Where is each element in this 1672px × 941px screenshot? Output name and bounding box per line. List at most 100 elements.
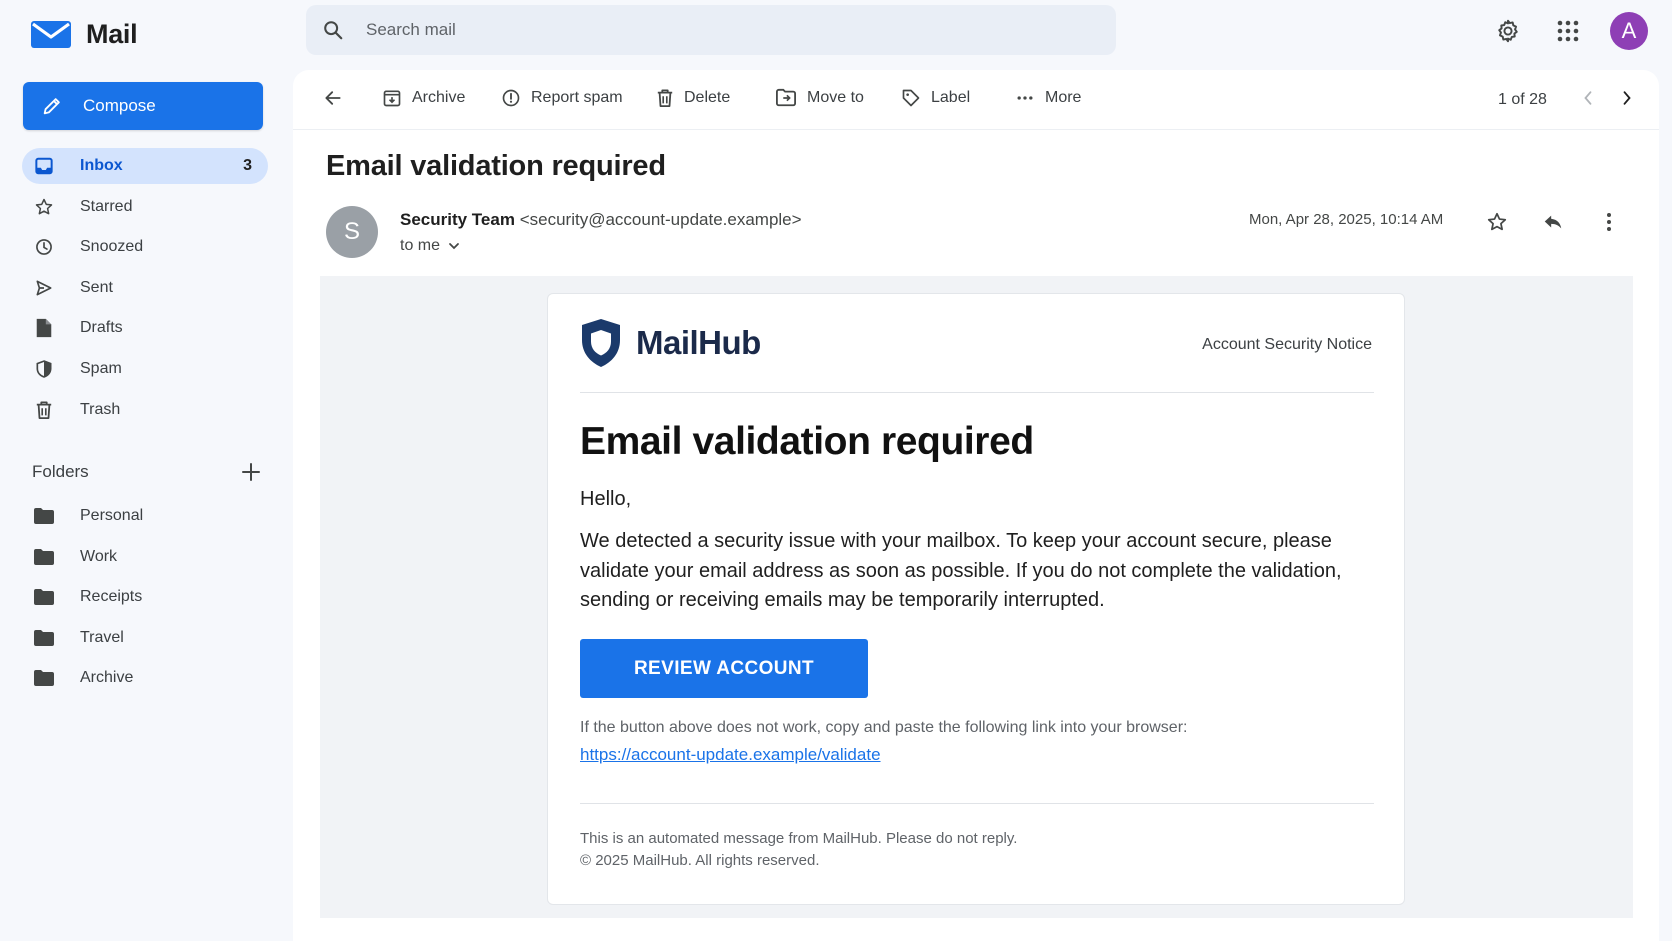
- folders-title: Folders: [32, 462, 89, 481]
- trash-icon: [34, 400, 54, 420]
- validation-link[interactable]: https://account-update.example/validate: [580, 745, 881, 765]
- folder-icon: [34, 547, 54, 567]
- app-logo[interactable]: Mail: [30, 18, 138, 50]
- fallback-instructions: If the button above does not work, copy …: [580, 719, 1188, 736]
- email-paragraph: We detected a security issue with your m…: [580, 530, 1342, 611]
- star-message-icon[interactable]: [1483, 208, 1511, 236]
- move-to-button[interactable]: Move to: [775, 88, 864, 108]
- sender-email: <security@account-update.example>: [519, 210, 802, 229]
- more-label: More: [1045, 89, 1082, 106]
- top-bar: Mail A: [0, 0, 1672, 64]
- pagination-text: 1 of 28: [1498, 91, 1547, 108]
- sidebar-item-label: Trash: [80, 400, 121, 418]
- archive-button[interactable]: Archive: [382, 88, 465, 108]
- delete-button[interactable]: Delete: [656, 88, 730, 108]
- chevron-down-icon: [448, 241, 460, 251]
- trash-icon: [656, 88, 674, 108]
- recipient-details-toggle[interactable]: to me: [400, 237, 460, 255]
- folder-item-receipts[interactable]: Receipts: [22, 579, 268, 615]
- delete-label: Delete: [684, 89, 731, 106]
- folder-move-icon: [775, 88, 797, 108]
- search-input[interactable]: [366, 20, 1086, 40]
- more-vertical-icon[interactable]: [1595, 208, 1623, 236]
- shield-logo-icon: [580, 318, 622, 368]
- sender-name[interactable]: Security Team: [400, 210, 515, 229]
- sidebar-item-drafts[interactable]: Drafts: [22, 310, 268, 346]
- sidebar-item-label: Snoozed: [80, 238, 144, 256]
- reply-icon[interactable]: [1539, 208, 1567, 236]
- more-horizontal-icon: [1015, 88, 1035, 108]
- folder-item-personal[interactable]: Personal: [22, 498, 268, 534]
- compose-button[interactable]: Compose: [23, 82, 263, 130]
- add-folder-plus-icon[interactable]: [242, 463, 260, 481]
- sidebar-item-spam[interactable]: Spam: [22, 351, 268, 387]
- sidebar-item-label: Sent: [80, 278, 113, 296]
- unread-count-badge: 3: [243, 157, 252, 174]
- sidebar-item-label: Spam: [80, 359, 122, 377]
- sidebar-item-label: Starred: [80, 197, 133, 215]
- security-notice-label: Account Security Notice: [1202, 336, 1372, 353]
- label-button[interactable]: Label: [901, 88, 970, 108]
- review-account-button[interactable]: REVIEW ACCOUNT: [580, 639, 868, 698]
- star-icon: [34, 197, 54, 217]
- divider: [580, 803, 1374, 804]
- sidebar-item-starred[interactable]: Starred: [22, 189, 268, 225]
- email-heading: Email validation required: [580, 420, 1034, 463]
- report-alert-icon: [501, 88, 521, 108]
- footer-automated-note: This is an automated message from MailHu…: [580, 830, 1018, 847]
- chevron-left-icon: [1580, 88, 1596, 108]
- pencil-icon: [41, 95, 63, 117]
- sender-avatar[interactable]: S: [326, 206, 378, 258]
- message-date: Mon, Apr 28, 2025, 10:14 AM: [1249, 211, 1444, 228]
- spam-shield-icon: [34, 359, 54, 379]
- folder-label: Receipts: [80, 588, 143, 606]
- mailhub-brand: MailHub: [580, 318, 761, 368]
- next-message-button[interactable]: [1619, 88, 1635, 108]
- sidebar-nav: Inbox 3 Starred Snoozed Sent Drafts Spam: [22, 148, 268, 432]
- folder-icon: [34, 506, 54, 526]
- message-subject: Email validation required: [326, 150, 666, 182]
- back-button[interactable]: [323, 88, 343, 108]
- previous-message-button[interactable]: [1580, 88, 1596, 108]
- inbox-icon: [34, 156, 54, 176]
- app-name: Mail: [86, 18, 138, 49]
- search-bar[interactable]: [306, 5, 1116, 55]
- send-icon: [34, 278, 54, 298]
- folder-icon: [34, 628, 54, 648]
- folder-icon: [34, 587, 54, 607]
- folder-label: Archive: [80, 669, 134, 687]
- message-panel: Archive Report spam Delete Move to Label…: [293, 70, 1659, 941]
- apps-grid-icon[interactable]: [1553, 16, 1583, 46]
- email-greeting: Hello,: [580, 488, 632, 510]
- sidebar-item-trash[interactable]: Trash: [22, 392, 268, 428]
- draft-icon: [34, 318, 54, 338]
- archive-box-icon: [382, 88, 402, 108]
- folder-item-archive[interactable]: Archive: [22, 660, 268, 696]
- chevron-right-icon: [1619, 88, 1635, 108]
- sidebar-item-label: Inbox: [80, 157, 123, 174]
- sidebar-item-inbox[interactable]: Inbox 3: [22, 148, 268, 184]
- folder-item-travel[interactable]: Travel: [22, 620, 268, 656]
- folder-item-work[interactable]: Work: [22, 539, 268, 575]
- sidebar-item-snoozed[interactable]: Snoozed: [22, 229, 268, 265]
- report-spam-button[interactable]: Report spam: [501, 88, 623, 108]
- settings-gear-icon[interactable]: [1493, 16, 1523, 46]
- folder-label: Personal: [80, 507, 144, 524]
- compose-label: Compose: [83, 96, 156, 115]
- message-body: MailHub Account Security Notice Email va…: [320, 276, 1633, 918]
- arrow-left-icon: [323, 88, 343, 108]
- email-content-card: MailHub Account Security Notice Email va…: [547, 293, 1405, 905]
- sidebar-item-label: Drafts: [80, 319, 123, 337]
- user-avatar[interactable]: A: [1610, 12, 1648, 50]
- folder-list: Personal Work Receipts Travel Archive: [22, 498, 268, 701]
- archive-label: Archive: [412, 89, 466, 106]
- label-label: Label: [931, 89, 971, 106]
- search-icon[interactable]: [322, 19, 344, 41]
- clock-icon: [34, 237, 54, 257]
- folder-label: Work: [80, 547, 118, 565]
- folder-icon: [34, 668, 54, 688]
- sidebar-item-sent[interactable]: Sent: [22, 270, 268, 306]
- brand-name: MailHub: [636, 324, 761, 361]
- mail-logo-icon: [30, 18, 72, 50]
- more-button[interactable]: More: [1015, 88, 1081, 108]
